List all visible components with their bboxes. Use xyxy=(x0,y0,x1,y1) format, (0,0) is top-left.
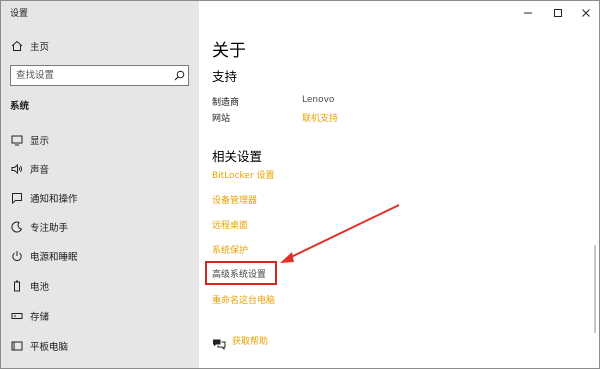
support-heading: 支持 xyxy=(212,69,238,84)
section-label-system: 系统 xyxy=(10,101,30,112)
system-protection-link[interactable]: 系统保护 xyxy=(212,243,248,256)
app-title: 设置 xyxy=(10,9,29,19)
sidebar-item-label: 电池 xyxy=(30,282,50,293)
chat-help-icon xyxy=(212,335,226,350)
website-label: 网站 xyxy=(212,114,231,124)
sidebar-item-label: 通知和操作 xyxy=(30,194,78,205)
manufacturer-label: 制造商 xyxy=(212,98,240,108)
moon-icon xyxy=(10,220,24,234)
storage-icon xyxy=(10,309,24,323)
maximize-button[interactable] xyxy=(543,1,573,23)
remote-desktop-link[interactable]: 远程桌面 xyxy=(212,218,248,231)
minimize-button[interactable] xyxy=(513,1,543,23)
tablet-icon xyxy=(10,339,24,353)
related-settings-heading: 相关设置 xyxy=(212,149,263,164)
search-icon[interactable] xyxy=(170,66,188,85)
sidebar-item-label: 显示 xyxy=(30,136,50,147)
search-box[interactable] xyxy=(10,65,189,86)
sidebar-item-power[interactable]: 电源和睡眠 xyxy=(1,246,199,266)
sidebar-item-tablet[interactable]: 平板电脑 xyxy=(1,336,199,356)
rename-pc-link[interactable]: 重命名这台电脑 xyxy=(212,293,275,306)
notification-icon xyxy=(10,191,24,205)
sidebar-item-label: 平板电脑 xyxy=(30,342,69,353)
monitor-icon xyxy=(10,133,24,147)
sidebar-item-notifications[interactable]: 通知和操作 xyxy=(1,188,199,208)
sidebar-item-focus-assist[interactable]: 专注助手 xyxy=(1,217,199,237)
scrollbar[interactable] xyxy=(594,245,596,333)
online-support-link[interactable]: 联机支持 xyxy=(302,111,338,124)
sidebar-item-label: 专注助手 xyxy=(30,223,69,234)
page-title: 关于 xyxy=(212,41,246,61)
minimize-icon xyxy=(523,3,533,22)
get-help-link[interactable]: 获取帮助 xyxy=(212,334,269,350)
sidebar-item-label: 声音 xyxy=(30,165,50,176)
settings-window: 设置 主页 系统 显示 声音 xyxy=(0,0,600,369)
bitlocker-settings-link[interactable]: BitLocker 设置 xyxy=(212,168,275,181)
manufacturer-value: Lenovo xyxy=(302,95,335,105)
sidebar-item-sound[interactable]: 声音 xyxy=(1,159,199,179)
speaker-icon xyxy=(10,162,24,176)
advanced-system-settings-link[interactable]: 高级系统设置 xyxy=(205,261,277,285)
sidebar: 设置 主页 系统 显示 声音 xyxy=(1,1,199,368)
close-icon xyxy=(581,3,591,22)
sidebar-home[interactable]: 主页 xyxy=(1,36,199,56)
maximize-icon xyxy=(553,3,563,22)
close-button[interactable] xyxy=(571,1,599,23)
get-help-label: 获取帮助 xyxy=(232,337,269,347)
sidebar-item-battery[interactable]: 电池 xyxy=(1,276,199,296)
sidebar-item-display[interactable]: 显示 xyxy=(1,130,199,150)
sidebar-home-label: 主页 xyxy=(30,42,50,53)
sidebar-item-label: 电源和睡眠 xyxy=(30,252,78,263)
search-input[interactable] xyxy=(11,66,170,85)
home-icon xyxy=(10,39,24,53)
sidebar-item-storage[interactable]: 存储 xyxy=(1,306,199,326)
device-manager-link[interactable]: 设备管理器 xyxy=(212,193,257,206)
sidebar-item-label: 存储 xyxy=(30,312,50,323)
power-icon xyxy=(10,249,24,263)
battery-icon xyxy=(10,279,24,293)
